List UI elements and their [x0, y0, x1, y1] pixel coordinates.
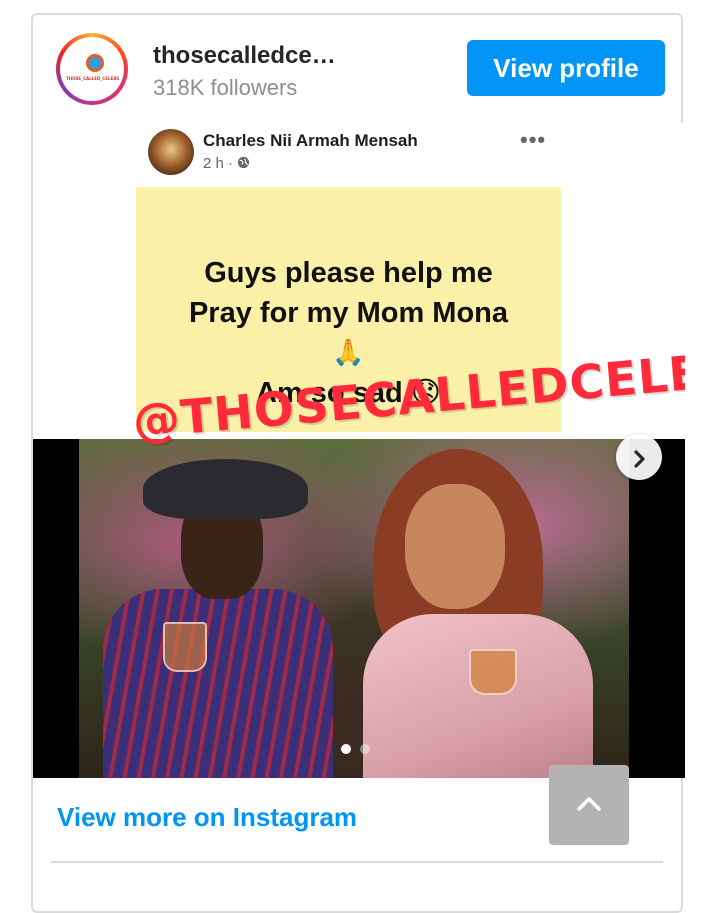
- footer-divider: [51, 861, 663, 863]
- couple-photo: [33, 439, 685, 778]
- drink-glass-right: [469, 649, 517, 695]
- carousel-dot-1[interactable]: [341, 744, 351, 754]
- man-hat: [143, 459, 308, 519]
- post-time-text: 2 h ·: [203, 155, 234, 172]
- follower-count: 318K followers: [153, 75, 298, 100]
- view-profile-button[interactable]: View profile: [467, 40, 665, 96]
- avatar-inner: THOSE_CALLED_CELEBS: [60, 37, 124, 101]
- post-timestamp: 2 h ·: [203, 155, 250, 172]
- man-striped-suit: [103, 589, 333, 778]
- carousel-indicator: [341, 741, 375, 759]
- camera-logo-icon: [86, 54, 104, 72]
- chevron-up-icon: [577, 796, 601, 811]
- chevron-right-icon: [634, 450, 645, 468]
- post-author-name: Charles Nii Armah Mensah: [203, 131, 418, 150]
- post-line-2: Pray for my Mom Mona: [188, 297, 509, 329]
- post-author-avatar: [148, 129, 194, 175]
- view-more-on-instagram-link[interactable]: View more on Instagram: [57, 802, 357, 833]
- scroll-to-top-button[interactable]: [549, 765, 629, 845]
- avatar-logo-text: THOSE_CALLED_CELEBS: [66, 76, 120, 81]
- embed-header: THOSE_CALLED_CELEBS thosecalledce… 318K …: [33, 15, 681, 125]
- carousel-next-button[interactable]: [616, 434, 662, 480]
- profile-username[interactable]: thosecalledce…: [153, 42, 336, 70]
- carousel-dot-2[interactable]: [360, 744, 371, 754]
- post-media[interactable]: Charles Nii Armah Mensah 2 h · ••• Guys …: [33, 123, 685, 778]
- drink-glass-left: [163, 622, 207, 672]
- post-line-1: Guys please help me: [204, 257, 493, 289]
- profile-avatar[interactable]: THOSE_CALLED_CELEBS: [56, 33, 128, 105]
- woman-face: [405, 484, 505, 609]
- more-options-icon: •••: [520, 127, 547, 152]
- globe-icon: [238, 156, 250, 169]
- woman-outfit: [363, 614, 593, 778]
